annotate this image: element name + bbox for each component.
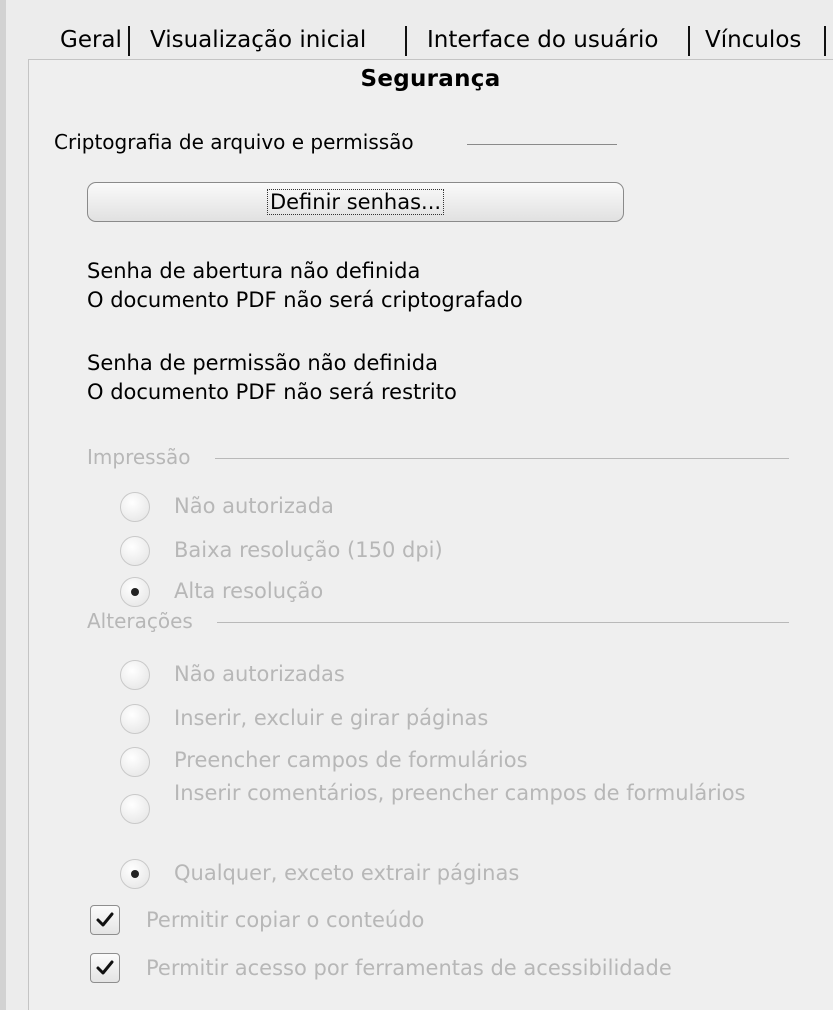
print-high-resolution-label[interactable]: Alta resolução <box>174 579 323 603</box>
section-divider <box>217 622 789 623</box>
tab-separator <box>405 26 407 56</box>
changes-comment-fill-forms-label[interactable]: Inserir comentários, preencher campos de… <box>174 781 746 805</box>
changes-insert-delete-rotate-radio[interactable] <box>120 704 150 734</box>
tab-user-interface[interactable]: Interface do usuário <box>427 24 658 58</box>
changes-not-allowed-radio[interactable] <box>120 660 150 690</box>
print-high-resolution-radio[interactable] <box>120 577 150 607</box>
encryption-section-label: Criptografia de arquivo e permissão <box>54 130 414 154</box>
tab-links[interactable]: Vínculos <box>705 24 801 58</box>
checkmark-icon <box>96 960 114 975</box>
print-low-resolution-radio[interactable] <box>120 536 150 566</box>
open-password-effect: O documento PDF não será criptografado <box>87 288 523 312</box>
pdf-options-dialog: Geral Visualização inicial Interface do … <box>0 0 833 1010</box>
changes-any-except-extract-radio[interactable] <box>120 859 150 889</box>
set-passwords-button[interactable]: Definir senhas... <box>87 182 624 222</box>
tab-separator <box>688 26 690 56</box>
allow-accessibility-label[interactable]: Permitir acesso por ferramentas de acess… <box>146 956 672 980</box>
tab-separator <box>824 26 826 56</box>
page-title: Segurança <box>360 66 501 92</box>
checkmark-icon <box>96 912 114 927</box>
tab-separator <box>128 26 130 56</box>
tab-initial-view[interactable]: Visualização inicial <box>150 24 366 58</box>
section-divider <box>467 144 617 145</box>
changes-fill-forms-radio[interactable] <box>120 747 150 777</box>
printing-section-label: Impressão <box>87 445 191 469</box>
radio-selected-dot <box>131 870 139 878</box>
allow-accessibility-checkbox[interactable] <box>90 953 120 983</box>
window-edge <box>0 0 6 1010</box>
print-low-resolution-label[interactable]: Baixa resolução (150 dpi) <box>174 538 443 562</box>
changes-insert-delete-rotate-label[interactable]: Inserir, excluir e girar páginas <box>174 706 488 730</box>
changes-fill-forms-label[interactable]: Preencher campos de formulários <box>174 748 528 772</box>
open-password-status: Senha de abertura não definida <box>87 259 421 283</box>
changes-comment-fill-forms-radio[interactable] <box>120 794 150 824</box>
section-divider <box>215 458 789 459</box>
print-not-allowed-radio[interactable] <box>120 492 150 522</box>
changes-section-label: Alterações <box>87 609 193 633</box>
set-passwords-button-label: Definir senhas... <box>266 189 445 215</box>
permission-password-effect: O documento PDF não será restrito <box>87 380 457 404</box>
print-not-allowed-label[interactable]: Não autorizada <box>174 494 334 518</box>
allow-copy-label[interactable]: Permitir copiar o conteúdo <box>146 908 424 932</box>
permission-password-status: Senha de permissão não definida <box>87 351 438 375</box>
radio-selected-dot <box>131 588 139 596</box>
tab-general[interactable]: Geral <box>60 24 122 58</box>
changes-not-allowed-label[interactable]: Não autorizadas <box>174 662 345 686</box>
changes-any-except-extract-label[interactable]: Qualquer, exceto extrair páginas <box>174 861 519 885</box>
allow-copy-checkbox[interactable] <box>90 905 120 935</box>
